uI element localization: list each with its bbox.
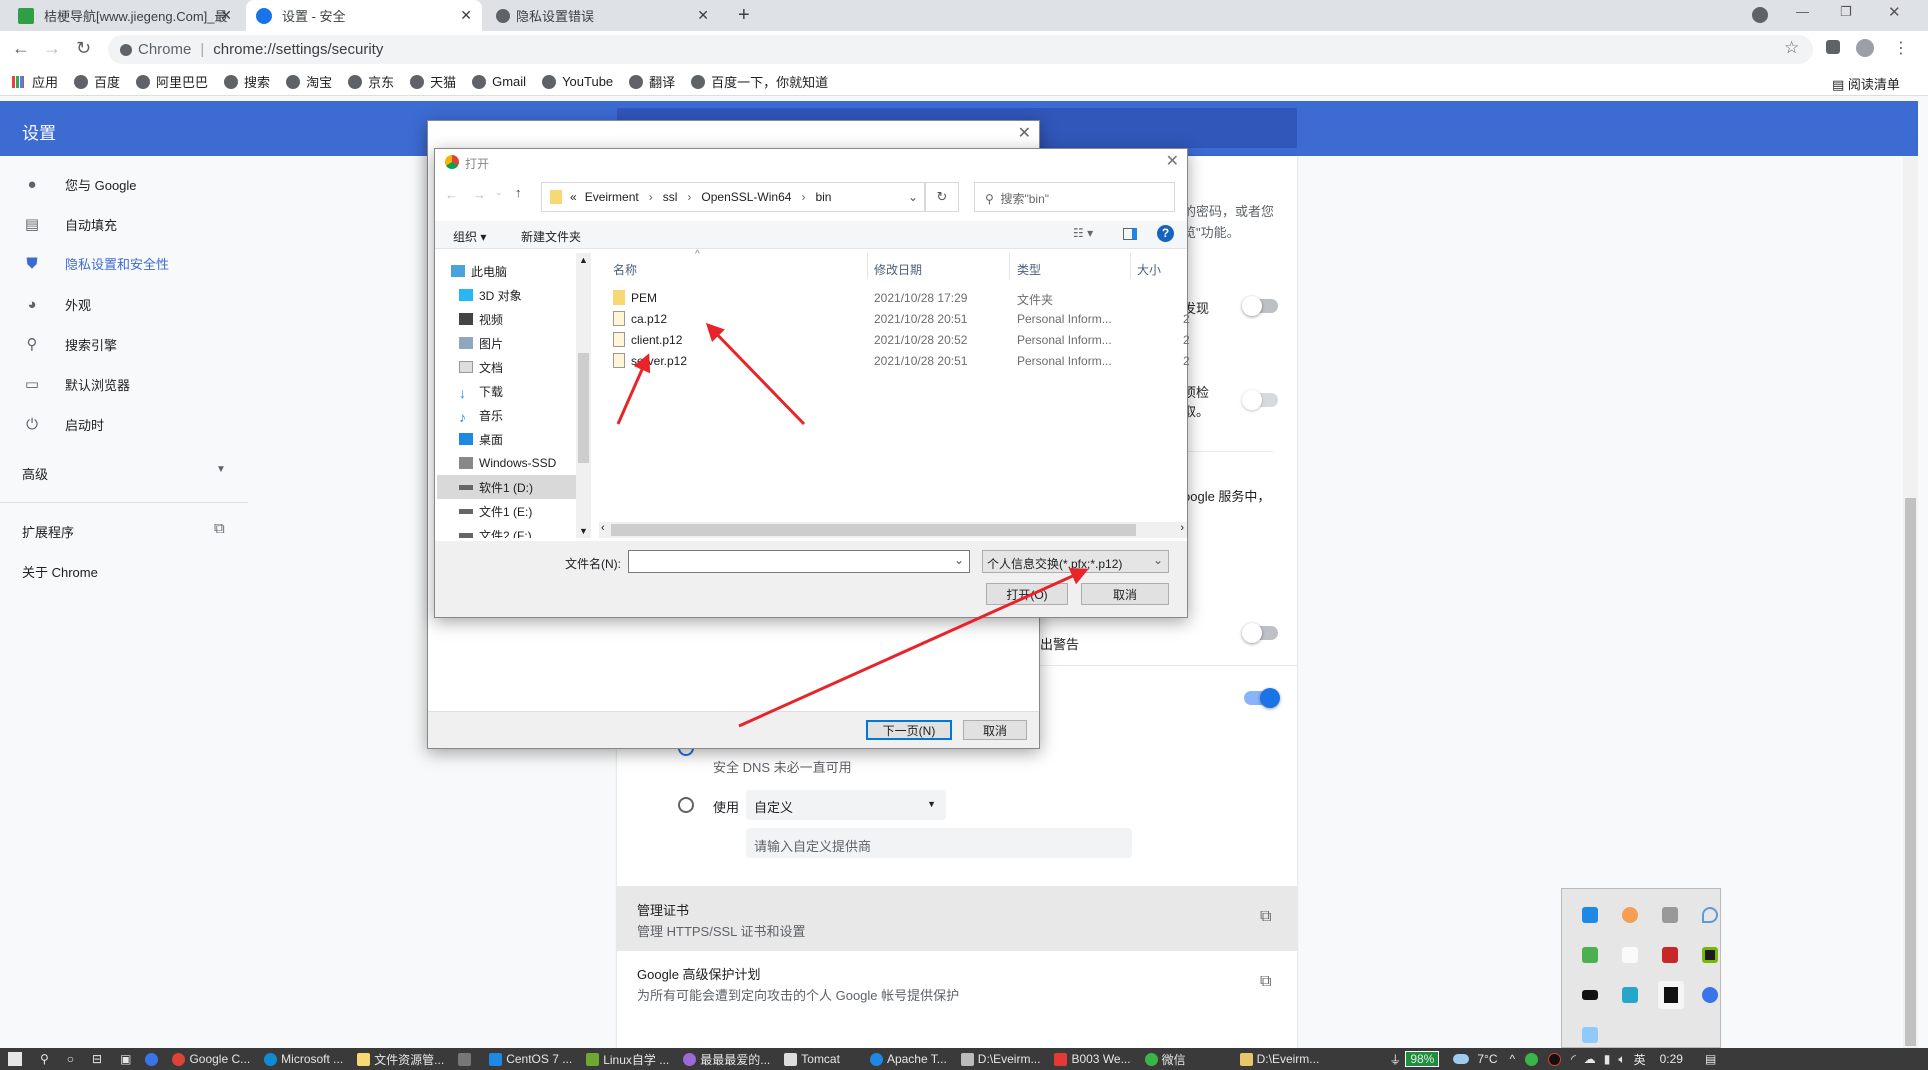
player-icon[interactable]: [1582, 947, 1598, 963]
bluetooth-icon[interactable]: [1582, 907, 1598, 923]
tray-overflow-popup: [1561, 888, 1721, 1048]
taskbar-app[interactable]: CentOS 7 ...: [489, 1052, 572, 1066]
taskbar-app[interactable]: Linux自学 ...: [586, 1051, 669, 1068]
qq-icon[interactable]: [1548, 1052, 1562, 1066]
taskbar-app[interactable]: Google C...: [172, 1052, 250, 1066]
wifi-icon[interactable]: ◜: [1571, 1052, 1576, 1066]
mcafee-icon[interactable]: [1662, 907, 1678, 923]
tray-selected[interactable]: [1658, 981, 1684, 1009]
tray-red-icon[interactable]: [1662, 947, 1678, 963]
store-icon[interactable]: ▣: [120, 1052, 131, 1066]
taskbar-app[interactable]: 最最最爱的...: [683, 1051, 770, 1068]
arrow-to-client-p12: [616, 353, 651, 425]
notifications-icon[interactable]: ▤: [1705, 1052, 1716, 1066]
weather-temp[interactable]: 7°C: [1477, 1052, 1497, 1066]
taskbar-app[interactable]: D:\Eveirm...: [1239, 1052, 1319, 1066]
monitor-icon[interactable]: [1622, 987, 1638, 1003]
start-windows-icon[interactable]: [8, 1052, 22, 1066]
tray-app-icon[interactable]: [1622, 907, 1638, 923]
taskbar-app[interactable]: 微信: [1144, 1051, 1186, 1068]
clock[interactable]: 0:29: [1660, 1052, 1683, 1066]
search-icon[interactable]: ⚲: [40, 1052, 49, 1066]
taskbar-app[interactable]: B003 We...: [1054, 1052, 1131, 1066]
clock-app-icon[interactable]: [1702, 987, 1718, 1003]
power-plug-icon[interactable]: ⏚: [1389, 1051, 1401, 1068]
arrow-to-ca-p12: [705, 322, 806, 426]
nvidia-icon[interactable]: [1702, 947, 1718, 963]
cortana-icon[interactable]: ○: [67, 1052, 74, 1066]
taskbar-app[interactable]: 文件资源管...: [357, 1051, 444, 1068]
taskbar-app[interactable]: Tomcat: [784, 1052, 840, 1066]
taskbar-app[interactable]: Apache T...: [869, 1052, 947, 1066]
tray-app-icon[interactable]: [1582, 1027, 1598, 1043]
tray-b-icon[interactable]: [1622, 947, 1638, 963]
wechat-tray-icon[interactable]: [1525, 1052, 1539, 1066]
input-method[interactable]: 英: [1634, 1051, 1646, 1068]
microphone-icon[interactable]: ▮: [1604, 1052, 1611, 1066]
taskbar-app-terminal[interactable]: [458, 1052, 475, 1066]
taskbar: ⚲ ○ ⊟ ▣ Google C... Microsoft ... 文件资源管.…: [0, 1048, 1928, 1070]
taskbar-app[interactable]: Microsoft ...: [264, 1052, 343, 1066]
drop-icon[interactable]: [1702, 907, 1718, 923]
weather-icon[interactable]: [1453, 1054, 1470, 1064]
pinned-app-icon[interactable]: [145, 1052, 159, 1066]
taskbar-app[interactable]: D:\Eveirm...: [960, 1052, 1040, 1066]
onedrive-icon[interactable]: ☁: [1584, 1052, 1596, 1066]
battery-indicator[interactable]: 98%: [1405, 1051, 1440, 1067]
battery-icon[interactable]: [1582, 990, 1598, 1000]
chevron-up-icon[interactable]: ^: [1509, 1052, 1515, 1066]
volume-icon[interactable]: 🔈︎: [1618, 1052, 1625, 1067]
arrow-to-file-filter: [738, 567, 1089, 728]
task-view-icon[interactable]: ⊟: [92, 1052, 102, 1066]
